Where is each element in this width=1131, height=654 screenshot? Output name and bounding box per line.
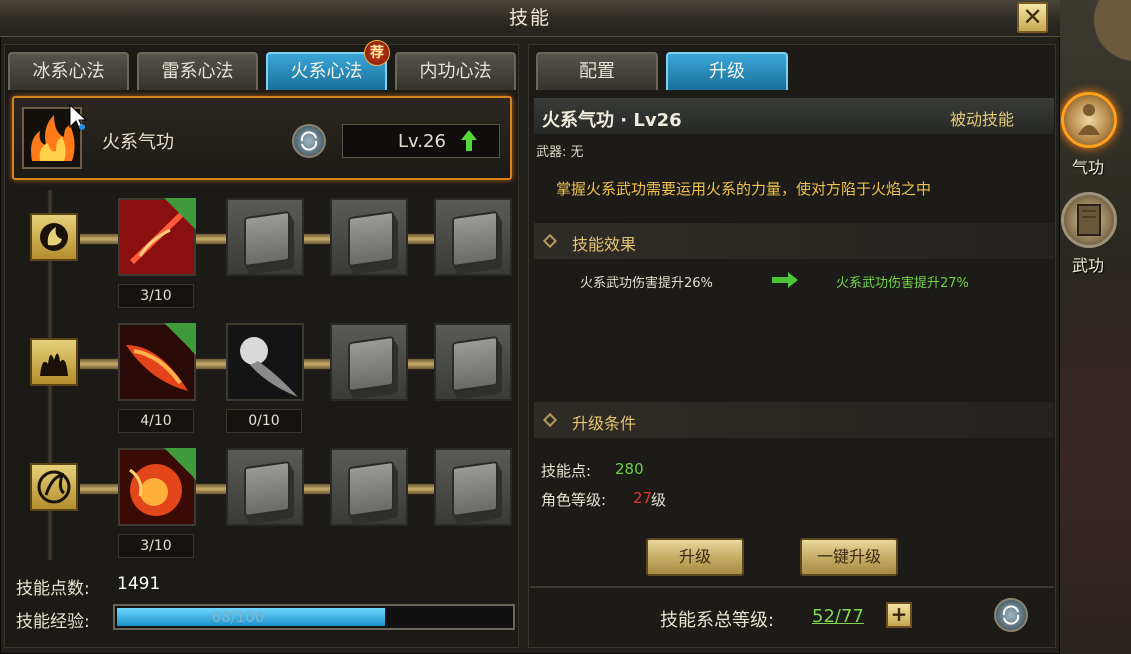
locked-book-icon[interactable]: [330, 323, 408, 401]
tree-connector: [304, 233, 330, 245]
skill-level: Lv.26: [398, 131, 446, 152]
close-button[interactable]: ✕: [1017, 2, 1048, 33]
skill-type: 被动技能: [950, 110, 1015, 129]
equipped-badge: [164, 198, 196, 230]
effect-section-title: 技能效果: [572, 235, 637, 254]
flame-burst-icon: [30, 338, 78, 386]
tab-config[interactable]: 配置: [536, 52, 658, 90]
tree-connector: [196, 233, 226, 245]
tab-upgrade[interactable]: 升级: [666, 52, 788, 90]
skill-exp-label: 技能经验:: [16, 612, 90, 632]
divider: [530, 586, 1054, 588]
skill-detail-panel: [528, 44, 1056, 648]
tab-thunder[interactable]: 雷系心法: [137, 52, 258, 90]
recommend-badge: 荐: [364, 40, 390, 66]
meditation-icon: [1078, 104, 1100, 135]
weapon-requirement: 武器: 无: [536, 145, 584, 160]
tree-connector: [408, 483, 434, 495]
side-qigong-button[interactable]: [1061, 92, 1117, 148]
skill-name: 火系气功: [102, 132, 174, 153]
locked-book-icon[interactable]: [330, 448, 408, 526]
comet-icon[interactable]: [226, 323, 304, 401]
tree-connector: [304, 483, 330, 495]
level-up-arrow-icon: [461, 130, 477, 151]
refresh-icon[interactable]: [292, 124, 326, 158]
effect-next: 火系武功伤害提升27%: [836, 276, 969, 291]
condition-section-title: 升级条件: [572, 414, 637, 433]
tree-connector: [408, 358, 434, 370]
arrow-right-icon: [772, 272, 798, 288]
inferno-icon[interactable]: [118, 448, 196, 526]
cursor-icon: [69, 103, 88, 131]
locked-book-icon[interactable]: [434, 323, 512, 401]
skill-level-label: 3/10: [118, 534, 194, 558]
flame-shield-icon: [30, 463, 78, 511]
side-wugong-label: 武功: [1072, 256, 1105, 275]
skill-exp-text: 68/100: [211, 608, 265, 626]
equipped-badge: [164, 323, 196, 355]
refresh-icon[interactable]: [994, 598, 1028, 632]
skill-level-label: 4/10: [118, 409, 194, 433]
cond-level-value: 27: [633, 489, 653, 507]
one-click-upgrade-button[interactable]: 一键升级: [800, 538, 898, 576]
tree-connector: [196, 483, 226, 495]
fire-strike-icon[interactable]: [118, 323, 196, 401]
side-wugong-button[interactable]: [1061, 192, 1117, 248]
locked-book-icon[interactable]: [330, 198, 408, 276]
cond-points-label: 技能点:: [541, 462, 592, 480]
tree-connector: [304, 358, 330, 370]
add-button[interactable]: +: [886, 602, 912, 628]
cond-points-value: 280: [615, 460, 644, 478]
skill-level-label: 0/10: [226, 409, 302, 433]
locked-book-icon[interactable]: [226, 198, 304, 276]
locked-book-icon[interactable]: [434, 448, 512, 526]
tab-inner[interactable]: 内功心法: [395, 52, 516, 90]
sword-slash-icon[interactable]: [118, 198, 196, 276]
cond-level-suffix: 级: [651, 491, 667, 509]
tree-connector: [196, 358, 226, 370]
tree-connector: [80, 233, 118, 245]
book-icon: [1077, 204, 1101, 236]
skill-level-label: 3/10: [118, 284, 194, 308]
tree-connector: [80, 358, 118, 370]
effect-current: 火系武功伤害提升26%: [580, 276, 713, 291]
cond-level-label: 角色等级:: [541, 491, 607, 509]
tree-connector: [80, 483, 118, 495]
side-qigong-label: 气功: [1072, 158, 1105, 177]
total-level-label: 技能系总等级:: [660, 610, 775, 631]
locked-book-icon[interactable]: [434, 198, 512, 276]
upgrade-button[interactable]: 升级: [646, 538, 744, 576]
detail-title: 火系气功 · Lv26: [542, 110, 682, 131]
total-level-value[interactable]: 52/77: [812, 606, 864, 627]
skill-points-value: 1491: [117, 574, 161, 594]
tab-ice[interactable]: 冰系心法: [8, 52, 129, 90]
skill-description: 掌握火系武功需要运用火系的力量，使对方陷于火焰之中: [556, 180, 932, 198]
skill-points-label: 技能点数:: [16, 579, 90, 599]
fire-swirl-icon: [30, 213, 78, 261]
equipped-badge: [164, 448, 196, 480]
locked-book-icon[interactable]: [226, 448, 304, 526]
window-title: 技能: [0, 0, 1060, 37]
tree-connector: [408, 233, 434, 245]
